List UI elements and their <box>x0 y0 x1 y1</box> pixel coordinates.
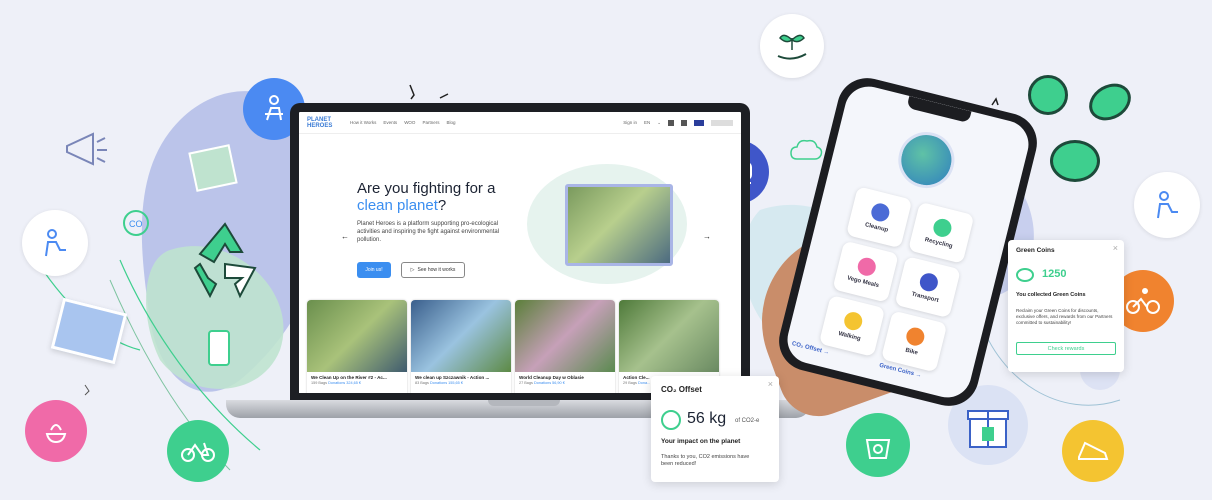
co2-cloud-icon <box>788 132 824 168</box>
vego-meals-icon <box>855 255 878 278</box>
play-icon: ▷ <box>410 267 415 273</box>
site-nav: PLANET HEROES How it Works Events WOO Par… <box>299 112 741 134</box>
volunteer-icon <box>1134 172 1200 238</box>
impact-heading: Your impact on the planet <box>661 438 741 445</box>
coins-value: 1250 <box>1042 268 1067 280</box>
walking-shoes-icon <box>1062 420 1124 482</box>
coins-text: Reclaim your Green Coins for discounts, … <box>1016 308 1113 325</box>
recycle-symbol-icon <box>176 212 274 310</box>
event-card[interactable]: World Cleanup Day w Oblasie 27 Bags Dona… <box>515 300 615 393</box>
plant-in-hand-icon <box>760 14 824 78</box>
co2-icon <box>661 410 681 430</box>
hero-description: Planet Heroes is a platform supporting p… <box>357 221 500 243</box>
hero-title: Are you fighting for a clean planet? <box>357 180 496 214</box>
event-photo <box>307 300 407 372</box>
sign-in-link[interactable]: Sign in <box>623 120 637 125</box>
hero-photo <box>565 184 673 266</box>
join-us-button[interactable]: Join us! <box>357 262 391 278</box>
megaphone-icon <box>55 120 115 180</box>
volunteer-icon <box>22 210 88 276</box>
see-how-it-works-button[interactable]: ▷ See how it works <box>401 262 465 278</box>
bike-icon <box>167 420 229 482</box>
event-meta: 159 Bags Donations 324,65 € <box>311 381 362 385</box>
event-card[interactable]: We clean up Szczawnik - Action ... 83 Ba… <box>411 300 511 393</box>
recycling-icon <box>931 217 954 239</box>
event-title: We Clean Up on the River #2 - Ac... <box>311 375 387 380</box>
eu-flag-icon <box>694 119 704 126</box>
planet-heroes-logo[interactable]: PLANET HEROES <box>307 117 343 129</box>
carousel-next-arrow[interactable]: → <box>703 232 711 241</box>
popup-title: CO₂ Offset <box>661 385 702 394</box>
event-title: We clean up Szczawnik - Action ... <box>415 375 490 380</box>
recycle-bin-icon <box>188 144 238 192</box>
funding-logo <box>711 119 733 126</box>
phone-recycle-icon <box>208 330 230 366</box>
event-title: World Cleanup Day w Oblasie <box>519 375 584 380</box>
instagram-icon[interactable] <box>681 119 687 126</box>
tile-transport[interactable]: Transport <box>894 256 961 319</box>
event-photo <box>411 300 511 372</box>
event-photo <box>515 300 615 372</box>
green-coins-popup: Green Coins × 1250 You collected Green C… <box>1008 240 1124 372</box>
tile-cleanup[interactable]: Cleanup <box>845 186 913 249</box>
coin-icon <box>1050 140 1100 182</box>
co2-leaf-icon: CO <box>118 205 154 241</box>
tile-vego-meals[interactable]: Vego Meals <box>832 240 899 303</box>
laptop-screen: PLANET HEROES How it Works Events WOO Par… <box>290 103 750 403</box>
carousel-prev-arrow[interactable]: ← <box>341 232 349 241</box>
co2-value: 56 kg <box>687 410 727 427</box>
nav-item[interactable]: Events <box>383 120 397 125</box>
event-photo <box>619 300 719 372</box>
walking-icon <box>842 310 865 333</box>
tile-recycling[interactable]: Recycling <box>908 201 975 264</box>
recycle-basket-icon <box>846 413 910 477</box>
co2-offset-popup: CO₂ Offset × 56 kg of CO2-e Your impact … <box>651 376 779 482</box>
event-meta: 83 Bags Donations 155,65 € <box>415 381 463 385</box>
coins-collected: You collected Green Coins <box>1016 292 1086 298</box>
language-select[interactable]: EN <box>644 120 650 125</box>
impact-text: Thanks to you, CO2 emissions have been r… <box>661 454 750 467</box>
bike-icon <box>904 325 927 348</box>
nav-item[interactable]: How it Works <box>350 120 376 125</box>
popup-title: Green Coins <box>1016 247 1055 254</box>
vego-meals-icon <box>25 400 87 462</box>
coin-icon <box>1028 75 1068 115</box>
tile-bike[interactable]: Bike <box>880 310 948 373</box>
svg-text:CO: CO <box>129 219 143 229</box>
tile-walking[interactable]: Walking <box>818 294 886 357</box>
nav-item[interactable]: Blog <box>446 120 455 125</box>
close-icon[interactable]: × <box>768 379 773 389</box>
co2-unit: of CO2-e <box>735 418 760 424</box>
event-card[interactable]: We Clean Up on the River #2 - Ac... 159 … <box>307 300 407 393</box>
facebook-icon[interactable] <box>668 119 674 126</box>
close-icon[interactable]: × <box>1113 243 1118 253</box>
check-rewards-button[interactable]: Check rewards <box>1016 342 1116 355</box>
nav-item[interactable]: Partners <box>422 120 439 125</box>
event-meta: 27 Bags Donations 56,90 € <box>519 381 565 385</box>
cleanup-icon <box>869 201 892 224</box>
transport-icon <box>917 271 940 294</box>
phone-notch <box>906 95 972 124</box>
earth-illustration <box>892 126 961 194</box>
chevron-down-icon: ⌄ <box>657 119 661 125</box>
nav-item[interactable]: WOO <box>404 120 415 125</box>
laptop-notch <box>488 400 560 406</box>
coins-icon <box>1016 268 1034 282</box>
